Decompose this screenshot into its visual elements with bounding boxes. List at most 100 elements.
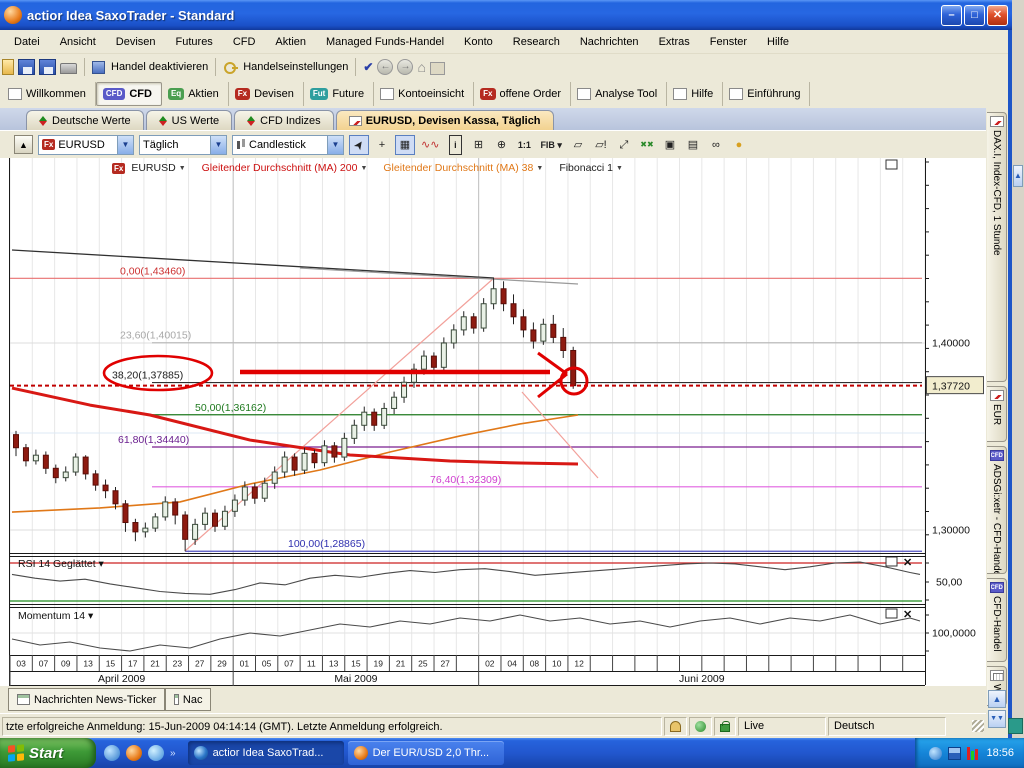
chevron-down-icon[interactable]: ▼ xyxy=(117,136,133,154)
menu-item-datei[interactable]: Datei xyxy=(4,33,50,51)
import-icon[interactable] xyxy=(2,59,14,75)
scroll-up-button[interactable]: ▲ xyxy=(988,690,1006,708)
firefox-icon[interactable] xyxy=(126,745,142,761)
menu-item-futures[interactable]: Futures xyxy=(166,33,223,51)
eraser-tool[interactable]: ▱ xyxy=(568,135,588,155)
module-tab-analyse-tool[interactable]: Analyse Tool xyxy=(571,82,667,106)
menu-item-cfd[interactable]: CFD xyxy=(223,33,266,51)
network-tray-icon[interactable] xyxy=(948,747,961,760)
chevron-more-icon[interactable]: » xyxy=(170,748,176,759)
menu-item-extras[interactable]: Extras xyxy=(649,33,700,51)
confirm-icon[interactable]: ✔ xyxy=(363,60,373,74)
print-icon[interactable] xyxy=(60,63,77,74)
task-button-der-eur-usd-2-0-thr-[interactable]: Der EUR/USD 2,0 Thr... xyxy=(348,741,504,765)
rsi-panel-restore-icon[interactable] xyxy=(886,557,897,566)
scroll-down-button[interactable]: ▼▼ xyxy=(988,710,1006,728)
module-tab-einf-hrung[interactable]: Einführung xyxy=(723,82,810,106)
momentum-panel-restore-icon[interactable] xyxy=(886,609,897,618)
right-tab-cfd-handel[interactable]: CFDCFD-Handel xyxy=(987,578,1007,662)
module-tab-willkommen[interactable]: Willkommen xyxy=(2,82,96,106)
menu-item-managed-funds-handel[interactable]: Managed Funds-Handel xyxy=(316,33,454,51)
close-button[interactable]: ✕ xyxy=(987,5,1008,26)
chevron-down-icon[interactable]: ▼ xyxy=(327,136,343,154)
menu-item-hilfe[interactable]: Hilfe xyxy=(757,33,799,51)
legend-gleitender-durchschnitt-ma-38[interactable]: Gleitender Durchschnitt (MA) 38▼ xyxy=(383,162,543,174)
ie-icon[interactable] xyxy=(104,745,120,761)
clear-tool[interactable]: ▱! xyxy=(591,135,611,155)
trade-settings-icon[interactable] xyxy=(223,60,237,74)
home-icon[interactable]: ⌂ xyxy=(417,59,425,75)
menu-item-fenster[interactable]: Fenster xyxy=(700,33,757,51)
module-tab-aktien[interactable]: EqAktien xyxy=(162,82,229,106)
scroll-up-icon[interactable]: ▲ xyxy=(1013,165,1023,187)
module-tab-devisen[interactable]: FxDevisen xyxy=(229,82,304,106)
menu-item-ansicht[interactable]: Ansicht xyxy=(50,33,106,51)
momentum-panel-close-icon[interactable]: ✕ xyxy=(903,609,912,621)
legend-fibonacci-1[interactable]: Fibonacci 1▼ xyxy=(559,162,623,174)
menu-item-konto[interactable]: Konto xyxy=(454,33,503,51)
trade-disable-icon[interactable] xyxy=(92,61,105,74)
chevron-down-icon[interactable]: ▼ xyxy=(616,165,623,172)
crosshair-tool[interactable]: + xyxy=(372,135,392,155)
legend-gleitender-durchschnitt-ma-200[interactable]: Gleitender Durchschnitt (MA) 200▼ xyxy=(202,162,368,174)
chevron-down-icon[interactable]: ▼ xyxy=(210,136,226,154)
resize-grip[interactable] xyxy=(972,720,984,732)
minimize-button[interactable]: – xyxy=(941,5,962,26)
news-ticker-tab[interactable]: Nachrichten News-Ticker xyxy=(8,688,165,711)
chart-tab-eurusd-devisen-kassa-t-glich[interactable]: EURUSD, Devisen Kassa, Täglich xyxy=(336,110,554,130)
right-tab-eur[interactable]: EUR xyxy=(987,386,1007,442)
right-tab-adsgi-xetr-cfd-handel[interactable]: CFDADSGi:xetr - CFD-Handel xyxy=(987,446,1007,574)
browser-icon[interactable] xyxy=(148,745,164,761)
module-tab-hilfe[interactable]: Hilfe xyxy=(667,82,723,106)
alert-tool[interactable]: ● xyxy=(729,135,749,155)
resize-tool[interactable]: ⤢ xyxy=(614,135,634,155)
forward-icon[interactable]: → xyxy=(397,59,413,75)
start-button[interactable]: Start xyxy=(0,738,96,768)
save-icon[interactable] xyxy=(18,59,35,75)
menu-item-devisen[interactable]: Devisen xyxy=(106,33,166,51)
menu-item-nachrichten[interactable]: Nachrichten xyxy=(570,33,649,51)
news-tab-2[interactable]: Nac xyxy=(165,688,211,711)
snapshot-tool[interactable]: ▣ xyxy=(660,135,680,155)
legend-eurusd[interactable]: FxEURUSD▼ xyxy=(112,162,186,174)
module-tab-offene-order[interactable]: Fxoffene Order xyxy=(474,82,571,106)
chart-tab-us-werte[interactable]: US Werte xyxy=(146,110,232,130)
module-tab-future[interactable]: FutFuture xyxy=(304,82,374,106)
grid-toggle[interactable]: ▦ xyxy=(395,135,415,155)
back-icon[interactable]: ← xyxy=(377,59,393,75)
cursor-tool[interactable]: ➤ xyxy=(349,135,369,155)
period-combo[interactable]: Täglich ▼ xyxy=(139,135,227,155)
zoom-tool[interactable]: ⊕ xyxy=(491,135,511,155)
trade-disable-label[interactable]: Handel deaktivieren xyxy=(111,61,208,73)
pin-tool[interactable]: ✖✖ xyxy=(637,135,657,155)
annotate-tool[interactable]: ⊞ xyxy=(468,135,488,155)
rsi-panel-close-icon[interactable]: ✕ xyxy=(903,557,912,569)
chart-tray-icon[interactable] xyxy=(967,747,980,760)
right-tab-dax-i-index-cfd-1-stunde[interactable]: DAX.I, Index-CFD, 1 Stunde xyxy=(987,112,1007,382)
task-button-actior-idea-saxotrad-[interactable]: actior Idea SaxoTrad... xyxy=(188,741,344,765)
link-tool[interactable]: ∞ xyxy=(706,135,726,155)
one-to-one[interactable]: 1:1 xyxy=(514,135,534,155)
instrument-combo[interactable]: Fx EURUSD ▼ xyxy=(38,135,134,155)
maximize-button[interactable]: □ xyxy=(964,5,985,26)
module-tab-kontoeinsicht[interactable]: Kontoeinsicht xyxy=(374,82,474,106)
trade-settings-label[interactable]: Handelseinstellungen xyxy=(243,61,348,73)
update-tray-icon[interactable] xyxy=(929,747,942,760)
info-tool[interactable]: i xyxy=(445,135,465,155)
menu-item-research[interactable]: Research xyxy=(503,33,570,51)
indicator-tool[interactable]: ∿∿ xyxy=(418,135,442,155)
chevron-down-icon[interactable]: ▼ xyxy=(360,165,367,172)
chart-tab-deutsche-werte[interactable]: Deutsche Werte xyxy=(26,110,144,130)
menu-item-aktien[interactable]: Aktien xyxy=(265,33,316,51)
chevron-down-icon[interactable]: ▼ xyxy=(179,165,186,172)
fib-tool[interactable]: FIB ▾ xyxy=(537,135,565,155)
chart-tab-cfd-indizes[interactable]: CFD Indizes xyxy=(234,110,334,130)
refresh-frame-icon[interactable] xyxy=(430,62,445,75)
price-panel-restore-icon[interactable] xyxy=(886,160,897,169)
template-tool[interactable]: ▤ xyxy=(683,135,703,155)
save-as-icon[interactable] xyxy=(39,59,56,75)
style-combo[interactable]: Candlestick ▼ xyxy=(232,135,344,155)
collapse-panel-button[interactable]: ▲ xyxy=(14,135,33,154)
chevron-down-icon[interactable]: ▼ xyxy=(536,165,543,172)
module-tab-cfd[interactable]: CFDCFD xyxy=(96,82,162,106)
